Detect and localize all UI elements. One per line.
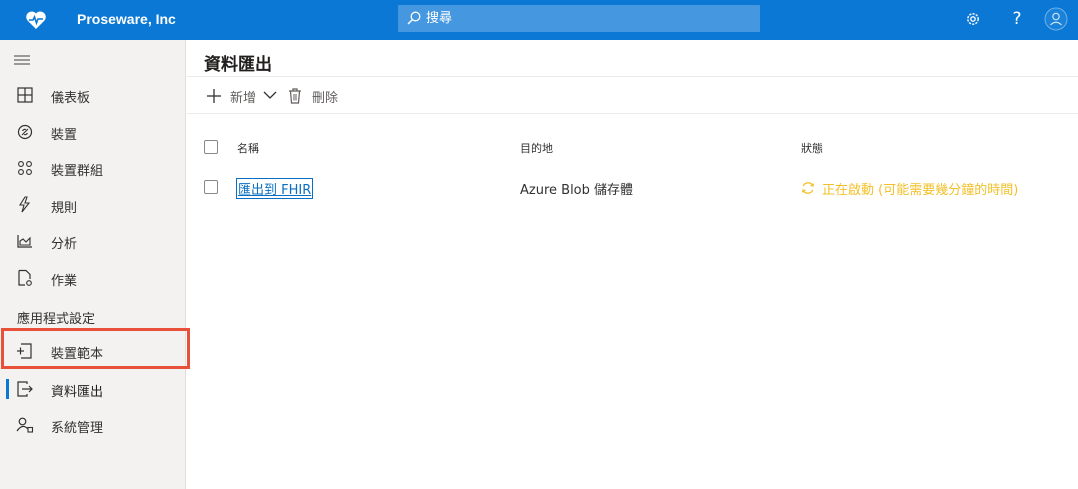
top-bar: Proseware, Inc ? — [0, 0, 1078, 40]
user-avatar-icon[interactable] — [1044, 7, 1068, 31]
row-checkbox[interactable] — [204, 180, 218, 194]
heart-pulse-logo-icon — [26, 11, 46, 30]
search-input[interactable] — [426, 8, 746, 28]
chevron-down-icon[interactable] — [263, 91, 277, 100]
sidebar-item-label: 裝置 — [51, 128, 78, 143]
status-cell: 正在啟動 (可能需要幾分鐘的時間) — [822, 183, 1019, 198]
sidebar-item-label: 規則 — [51, 201, 78, 216]
divider — [187, 76, 1078, 77]
select-all-checkbox[interactable] — [204, 140, 218, 154]
sidebar-item-dashboard[interactable]: 儀表板 — [0, 77, 186, 113]
sidebar-nav: 儀表板 裝置 裝置群組 規則 分析 作業 應用程式設定 裝置範本 資料匯出 系統… — [0, 40, 186, 489]
brand-name[interactable]: Proseware, Inc — [77, 11, 176, 27]
hamburger-menu-icon[interactable] — [14, 54, 30, 66]
sidebar-item-rules[interactable]: 規則 — [0, 187, 186, 223]
sync-status-icon — [801, 182, 815, 194]
jobs-icon — [18, 269, 32, 286]
sidebar-item-jobs[interactable]: 作業 — [0, 260, 186, 296]
column-header-status[interactable]: 狀態 — [801, 140, 823, 156]
sidebar-section-app-settings: 應用程式設定 — [17, 312, 96, 327]
column-header-name[interactable]: 名稱 — [237, 140, 259, 156]
settings-gear-icon[interactable] — [962, 8, 984, 30]
data-export-icon — [17, 381, 33, 397]
sidebar-item-data-export[interactable]: 資料匯出 — [0, 371, 186, 407]
delete-button-label: 刪除 — [312, 91, 339, 106]
export-name-link[interactable]: 匯出到 FHIR — [235, 178, 314, 199]
sidebar-item-label: 裝置群組 — [51, 164, 104, 179]
sidebar-item-label: 分析 — [51, 237, 78, 252]
sidebar-item-analytics[interactable]: 分析 — [0, 223, 186, 259]
trash-icon — [289, 88, 301, 104]
search-icon — [407, 11, 421, 25]
highlight-box — [1, 328, 190, 369]
new-button-label: 新增 — [230, 91, 257, 106]
sidebar-item-label: 系統管理 — [51, 421, 104, 436]
active-indicator — [6, 379, 9, 399]
divider — [187, 113, 1078, 114]
column-header-destination[interactable]: 目的地 — [520, 140, 553, 156]
sidebar-item-label: 作業 — [51, 274, 78, 289]
dashboard-icon — [17, 87, 33, 103]
device-groups-icon — [18, 161, 32, 175]
search-box[interactable] — [398, 5, 760, 32]
plus-icon — [207, 89, 221, 103]
administration-icon — [16, 417, 34, 433]
help-button[interactable]: ? — [1006, 8, 1028, 30]
sidebar-item-label: 儀表板 — [51, 91, 91, 106]
devices-icon — [17, 124, 33, 140]
sidebar-item-label: 資料匯出 — [51, 385, 104, 400]
page-title: 資料匯出 — [204, 55, 272, 75]
analytics-icon — [17, 235, 32, 248]
sidebar-item-devices[interactable]: 裝置 — [0, 114, 186, 150]
sidebar-item-administration[interactable]: 系統管理 — [0, 407, 186, 443]
destination-cell: Azure Blob 儲存體 — [520, 183, 634, 198]
rules-icon — [19, 196, 31, 213]
sidebar-item-device-groups[interactable]: 裝置群組 — [0, 150, 186, 186]
